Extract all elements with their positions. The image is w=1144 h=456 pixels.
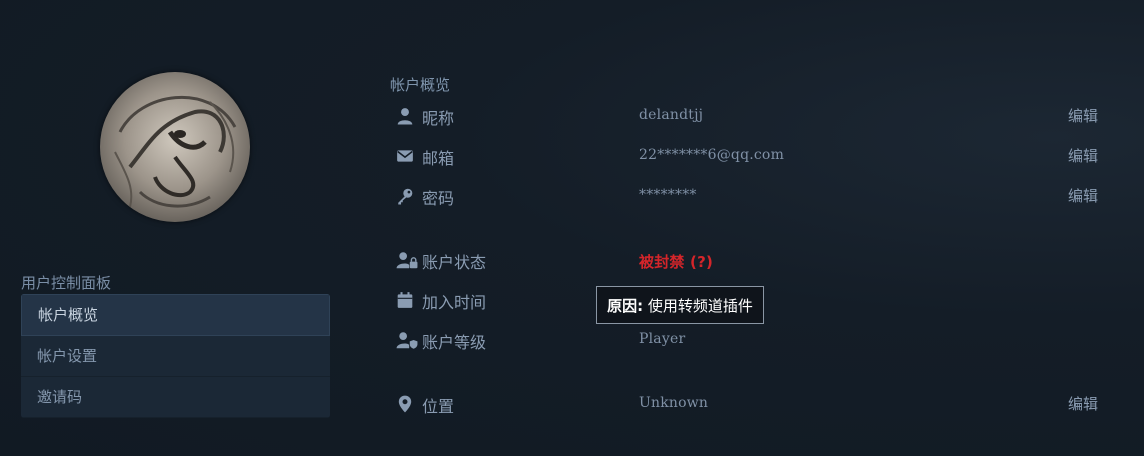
edit-password-button[interactable]: 编辑 bbox=[1068, 185, 1098, 206]
user-shield-icon bbox=[396, 331, 418, 349]
edit-location-button[interactable]: 编辑 bbox=[1068, 393, 1098, 414]
edit-nickname-button[interactable]: 编辑 bbox=[1068, 105, 1098, 126]
email-value: 22*******6@qq.com bbox=[639, 147, 785, 163]
password-row: 密码 ******** 编辑 bbox=[396, 184, 1098, 208]
sidebar-item-account-settings[interactable]: 帐户设置 bbox=[21, 336, 330, 377]
location-row: 位置 Unknown 编辑 bbox=[396, 392, 1098, 416]
ban-reason-tooltip: 原因: 使用转频道插件 bbox=[596, 286, 764, 324]
control-panel-title: 用户控制面板 bbox=[21, 274, 112, 292]
password-value: ******** bbox=[639, 187, 697, 203]
password-label: 密码 bbox=[422, 189, 455, 208]
sidebar-item-account-overview[interactable]: 帐户概览 bbox=[21, 294, 330, 336]
location-label: 位置 bbox=[422, 397, 455, 416]
user-lock-icon bbox=[396, 251, 418, 269]
location-value: Unknown bbox=[639, 395, 709, 411]
email-label: 邮箱 bbox=[422, 149, 455, 168]
calendar-icon bbox=[396, 291, 414, 309]
tooltip-key: 原因: bbox=[607, 297, 644, 315]
status-label: 账户状态 bbox=[422, 253, 487, 272]
avatar bbox=[100, 72, 250, 222]
key-icon bbox=[396, 187, 414, 205]
user-icon bbox=[396, 107, 414, 125]
level-label: 账户等级 bbox=[422, 333, 487, 352]
sidebar-item-invite-code[interactable]: 邀请码 bbox=[21, 377, 330, 418]
level-value: Player bbox=[639, 331, 686, 347]
nickname-row: 昵称 delandtjj 编辑 bbox=[396, 104, 1098, 128]
tooltip-text: 使用转频道插件 bbox=[643, 297, 753, 315]
join-time-label: 加入时间 bbox=[422, 293, 487, 312]
section-title: 帐户概览 bbox=[390, 76, 451, 94]
status-row: 账户状态 被封禁 (?) bbox=[396, 248, 1098, 272]
map-marker-icon bbox=[396, 395, 414, 413]
email-row: 邮箱 22*******6@qq.com 编辑 bbox=[396, 144, 1098, 168]
envelope-icon bbox=[396, 147, 414, 165]
level-row: 账户等级 Player bbox=[396, 328, 1098, 352]
nickname-value: delandtjj bbox=[639, 107, 704, 123]
avatar-image bbox=[114, 95, 237, 208]
sidebar-menu: 帐户概览 帐户设置 邀请码 bbox=[21, 294, 330, 418]
edit-email-button[interactable]: 编辑 bbox=[1068, 145, 1098, 166]
status-badge[interactable]: 被封禁 (?) bbox=[639, 251, 713, 272]
nickname-label: 昵称 bbox=[422, 109, 455, 128]
